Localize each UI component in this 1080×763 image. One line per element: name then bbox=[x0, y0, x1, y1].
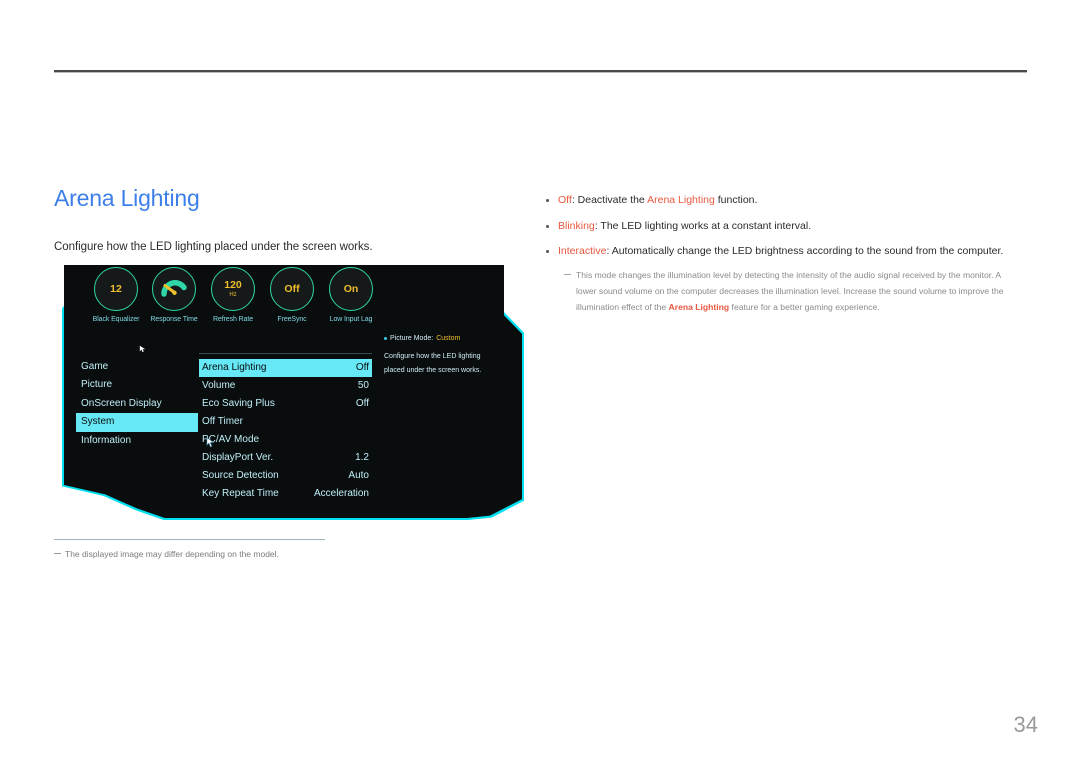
osd-menu-row-pc-av-mode[interactable]: PC/AV Mode bbox=[199, 431, 372, 449]
option-bullet-text: Off: Deactivate the Arena Lighting funct… bbox=[558, 194, 758, 206]
osd-menu-row-eco-saving-plus[interactable]: Eco Saving Plus Off bbox=[199, 395, 372, 413]
osd-menu-row-key-repeat-time[interactable]: Key Repeat Time Acceleration bbox=[199, 485, 372, 503]
option-bullet: Blinking: The LED lighting works at a co… bbox=[546, 219, 1028, 233]
osd-menu-row-displayport-ver[interactable]: DisplayPort Ver. 1.2 bbox=[199, 449, 372, 467]
page-number: 34 bbox=[1013, 712, 1038, 737]
header-rule bbox=[54, 70, 1027, 73]
osd-menu-divider bbox=[199, 353, 372, 354]
osd-menu-label: Key Repeat Time bbox=[202, 488, 279, 499]
osd-nav-item-label: Picture bbox=[81, 379, 113, 391]
osd-menu-value: 1.2 bbox=[355, 452, 369, 463]
osd-menu-value: 50 bbox=[357, 380, 369, 391]
toggle-dial-icon: Off bbox=[270, 267, 314, 311]
number-dial-icon: 12 bbox=[94, 267, 138, 311]
left-content-column: Arena Lighting Configure how the LED lig… bbox=[54, 185, 524, 253]
osd-nav-item-picture[interactable]: Picture bbox=[76, 376, 198, 394]
osd-nav-list: Game Picture OnScreen Display System Informa… bbox=[76, 358, 198, 450]
osd-dial-row: 12 Black Equalizer Response Time 120 Hz Refre… bbox=[84, 267, 504, 337]
osd-nav-item-label: Information bbox=[81, 434, 132, 446]
osd-menu-row-arena-lighting[interactable]: Arena Lighting Off bbox=[199, 359, 372, 377]
osd-nav-item-label: System bbox=[81, 416, 115, 428]
osd-nav-item-label: OnScreen Display bbox=[81, 397, 162, 409]
dial-label: FreeSync bbox=[277, 316, 307, 323]
footnote-text: The displayed image may differ depending… bbox=[65, 549, 279, 559]
option-bullet-text: Interactive: Automatically change the LE… bbox=[558, 245, 1004, 258]
osd-mockup: 12 Black Equalizer Response Time 120 Hz Refre… bbox=[54, 265, 524, 525]
osd-nav-item-information[interactable]: Information bbox=[76, 432, 198, 450]
option-bullet: Off: Deactivate the Arena Lighting funct… bbox=[546, 193, 1028, 207]
intro-paragraph: Configure how the LED lighting placed un… bbox=[54, 241, 373, 253]
osd-menu-value: Acceleration bbox=[313, 488, 369, 499]
osd-dial-freesync[interactable]: Off FreeSync bbox=[270, 267, 314, 323]
osd-info-pane: Picture Mode: Custom Configure how the L… bbox=[384, 335, 499, 378]
footnote-rule bbox=[54, 539, 325, 540]
option-keyword: Interactive bbox=[558, 245, 607, 258]
dial-label: Low Input Lag bbox=[329, 316, 373, 323]
interactive-subnote-text: This mode changes the illumination level… bbox=[576, 270, 1004, 312]
number-dial-icon: 120 Hz bbox=[211, 267, 255, 311]
option-bullet: Interactive: Automatically change the LE… bbox=[546, 244, 1028, 258]
toggle-dial-icon: On bbox=[329, 267, 373, 311]
picture-mode-label: Picture Mode: bbox=[390, 335, 434, 342]
osd-menu-label: Eco Saving Plus bbox=[202, 398, 275, 409]
osd-menu-row-off-timer[interactable]: Off Timer bbox=[199, 413, 372, 431]
note-dash-icon bbox=[564, 274, 571, 316]
option-keyword: Blinking bbox=[558, 219, 595, 232]
dial-label: Black Equalizer bbox=[92, 316, 140, 323]
inline-keyword: Arena Lighting bbox=[668, 301, 730, 312]
osd-nav-item-system[interactable]: System bbox=[76, 413, 198, 432]
osd-description-text: Configure how the LED lighting placed un… bbox=[384, 353, 482, 374]
osd-menu-row-source-detection[interactable]: Source Detection Auto bbox=[199, 467, 372, 485]
option-keyword: Off bbox=[558, 194, 572, 206]
picture-mode-value: Custom bbox=[436, 335, 461, 342]
gauge-icon bbox=[152, 267, 196, 311]
bullet-dot-icon bbox=[546, 224, 549, 228]
osd-menu-label: Off Timer bbox=[202, 416, 243, 427]
osd-nav-item-game[interactable]: Game bbox=[76, 358, 198, 376]
osd-dial-refresh-rate[interactable]: 120 Hz Refresh Rate bbox=[211, 267, 255, 323]
interactive-subnote: This mode changes the illumination level… bbox=[564, 268, 1014, 316]
right-content-column: Off: Deactivate the Arena Lighting funct… bbox=[546, 193, 1028, 316]
option-bullet-list: Off: Deactivate the Arena Lighting funct… bbox=[546, 193, 1028, 259]
pointer-cursor-icon bbox=[139, 345, 146, 353]
osd-menu-label: Arena Lighting bbox=[202, 362, 267, 373]
osd-menu-value: Auto bbox=[348, 470, 369, 481]
osd-menu-value: Off bbox=[355, 362, 369, 373]
bullet-dot-icon bbox=[384, 337, 387, 340]
note-dash-icon bbox=[54, 553, 61, 559]
inline-keyword: Arena Lighting bbox=[647, 194, 715, 206]
dial-value: On bbox=[343, 282, 359, 295]
footnote: The displayed image may differ depending… bbox=[54, 549, 474, 559]
dial-value: 12 bbox=[110, 282, 122, 295]
option-bullet-text: Blinking: The LED lighting works at a co… bbox=[558, 219, 812, 232]
osd-nav-item-onscreen-display[interactable]: OnScreen Display bbox=[76, 395, 198, 413]
osd-dial-low-input-lag[interactable]: On Low Input Lag bbox=[329, 267, 373, 323]
dial-value: Off bbox=[284, 282, 300, 295]
osd-menu-value: Off bbox=[355, 398, 369, 409]
dial-label: Response Time bbox=[150, 316, 198, 323]
osd-menu-row-volume[interactable]: Volume 50 bbox=[199, 377, 372, 395]
osd-dial-black-equalizer[interactable]: 12 Black Equalizer bbox=[93, 267, 139, 323]
osd-menu-list: Arena Lighting Off Volume 50 Eco Saving Plus… bbox=[199, 353, 372, 503]
pcav-pointer-cursor-icon bbox=[206, 437, 215, 448]
osd-menu-label: DisplayPort Ver. bbox=[202, 452, 274, 463]
osd-dial-response-time[interactable]: Response Time bbox=[150, 267, 198, 323]
dial-value: 120 bbox=[224, 278, 242, 291]
dial-unit: Hz bbox=[229, 292, 237, 299]
osd-menu-label: Source Detection bbox=[202, 470, 279, 481]
bullet-dot-icon bbox=[546, 199, 549, 202]
bullet-dot-icon bbox=[546, 250, 549, 254]
dial-label: Refresh Rate bbox=[212, 316, 254, 323]
page-title: Arena Lighting bbox=[54, 185, 200, 211]
osd-nav-item-label: Game bbox=[81, 361, 109, 372]
osd-menu-label: Volume bbox=[202, 380, 236, 391]
picture-mode-status: Picture Mode: Custom bbox=[384, 335, 499, 342]
